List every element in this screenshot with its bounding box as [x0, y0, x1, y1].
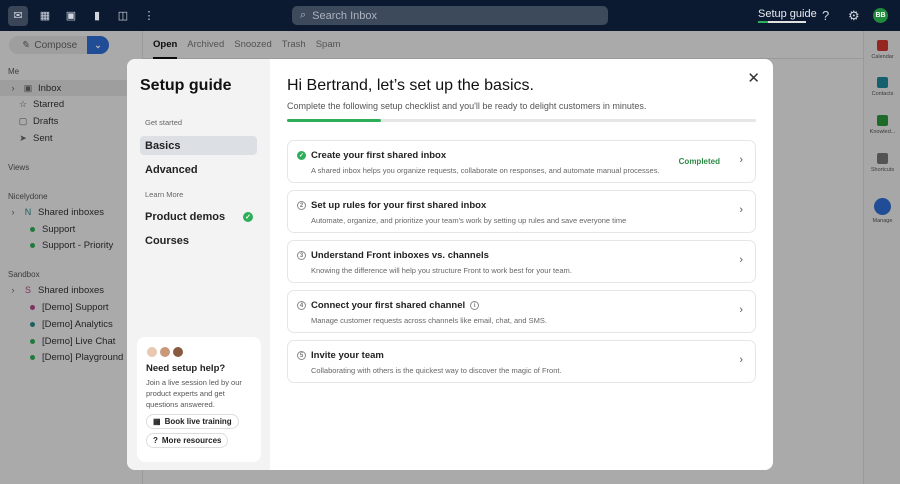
- avatar[interactable]: BB: [873, 8, 888, 23]
- step-title: Connect your first shared channel: [311, 300, 466, 311]
- chevron-right-icon: ›: [739, 254, 743, 266]
- modal-title: Setup guide: [140, 77, 232, 94]
- check-icon: ✓: [243, 211, 253, 222]
- contacts-icon[interactable]: ▣: [62, 7, 80, 25]
- modal-subtitle: Complete the following setup checklist a…: [287, 101, 647, 111]
- info-icon[interactable]: i: [470, 301, 480, 310]
- help-title: Need setup help?: [146, 363, 226, 374]
- search-placeholder: Search Inbox: [312, 9, 377, 22]
- gear-icon[interactable]: ⚙: [848, 8, 860, 24]
- nav-courses[interactable]: Courses: [140, 231, 257, 250]
- step-number: 4: [297, 301, 306, 310]
- close-icon[interactable]: ✕: [747, 69, 760, 87]
- checklist-item[interactable]: 5 Invite your team Collaborating with othe…: [287, 340, 756, 383]
- calendar-icon: ▦: [153, 417, 161, 426]
- expert-avatars: [146, 346, 252, 358]
- step-title: Set up rules for your first shared inbox: [311, 200, 487, 211]
- knowledge-icon[interactable]: ◫: [114, 7, 132, 25]
- more-icon[interactable]: ⋮: [140, 7, 158, 25]
- step-number: 2: [297, 201, 306, 210]
- step-title: Create your first shared inbox: [311, 150, 447, 161]
- step-description: Automate, organize, and prioritize your …: [311, 216, 627, 225]
- step-title: Invite your team: [311, 350, 384, 361]
- checklist-progress: [287, 119, 756, 122]
- question-icon: ?: [153, 436, 158, 445]
- book-training-button[interactable]: ▦ Book live training: [146, 414, 239, 429]
- modal-nav: Setup guide Get started Basics Advanced …: [127, 59, 270, 470]
- checklist-item[interactable]: 4 Connect your first shared channel i Manag…: [287, 290, 756, 333]
- step-title: Understand Front inboxes vs. channels: [311, 250, 489, 261]
- chevron-right-icon: ›: [739, 304, 743, 316]
- setup-progress-bar: [758, 21, 806, 23]
- nav-basics[interactable]: Basics: [140, 136, 257, 155]
- checklist-item[interactable]: 2 Set up rules for your first shared inbo…: [287, 190, 756, 233]
- setup-guide-link[interactable]: Setup guide: [758, 8, 817, 20]
- search-input[interactable]: ⌕ Search Inbox: [292, 6, 608, 25]
- step-description: Knowing the difference will help you str…: [311, 266, 572, 275]
- label: Product demos: [145, 210, 226, 223]
- chevron-right-icon: ›: [739, 154, 743, 166]
- chevron-right-icon: ›: [739, 354, 743, 366]
- checklist-item[interactable]: 3 Understand Front inboxes vs. channels Kn…: [287, 240, 756, 283]
- section-label: Learn More: [145, 190, 184, 199]
- setup-guide-modal: Setup guide Get started Basics Advanced …: [127, 59, 773, 470]
- label: Book live training: [164, 417, 232, 426]
- search-icon: ⌕: [300, 9, 307, 21]
- step-description: Manage customer requests across channels…: [311, 316, 547, 325]
- help-card: Need setup help? Join a live session led…: [137, 337, 261, 462]
- chevron-right-icon: ›: [739, 204, 743, 216]
- step-description: Collaborating with others is the quickes…: [311, 366, 562, 375]
- status-badge: Completed: [678, 157, 720, 166]
- analytics-icon[interactable]: ▮: [88, 7, 106, 25]
- modal-heading: Hi Bertrand, let’s set up the basics.: [287, 77, 534, 94]
- nav-advanced[interactable]: Advanced: [140, 160, 257, 179]
- modal-content: ✕ Hi Bertrand, let’s set up the basics. …: [270, 59, 773, 470]
- more-resources-button[interactable]: ? More resources: [146, 433, 229, 448]
- section-label: Get started: [145, 118, 183, 127]
- step-number: 5: [297, 351, 306, 360]
- label: More resources: [161, 436, 222, 445]
- help-text: Join a live session led by our product e…: [146, 378, 242, 409]
- help-icon[interactable]: ?: [822, 8, 829, 23]
- calendar-icon[interactable]: ▦: [36, 7, 54, 25]
- step-description: A shared inbox helps you organize reques…: [311, 166, 660, 175]
- checklist-item[interactable]: ✓ Create your first shared inbox A shared …: [287, 140, 756, 183]
- step-number: ✓: [297, 151, 306, 160]
- step-number: 3: [297, 251, 306, 260]
- nav-product-demos[interactable]: Product demos ✓: [140, 207, 257, 226]
- inbox-icon[interactable]: ✉: [8, 5, 28, 26]
